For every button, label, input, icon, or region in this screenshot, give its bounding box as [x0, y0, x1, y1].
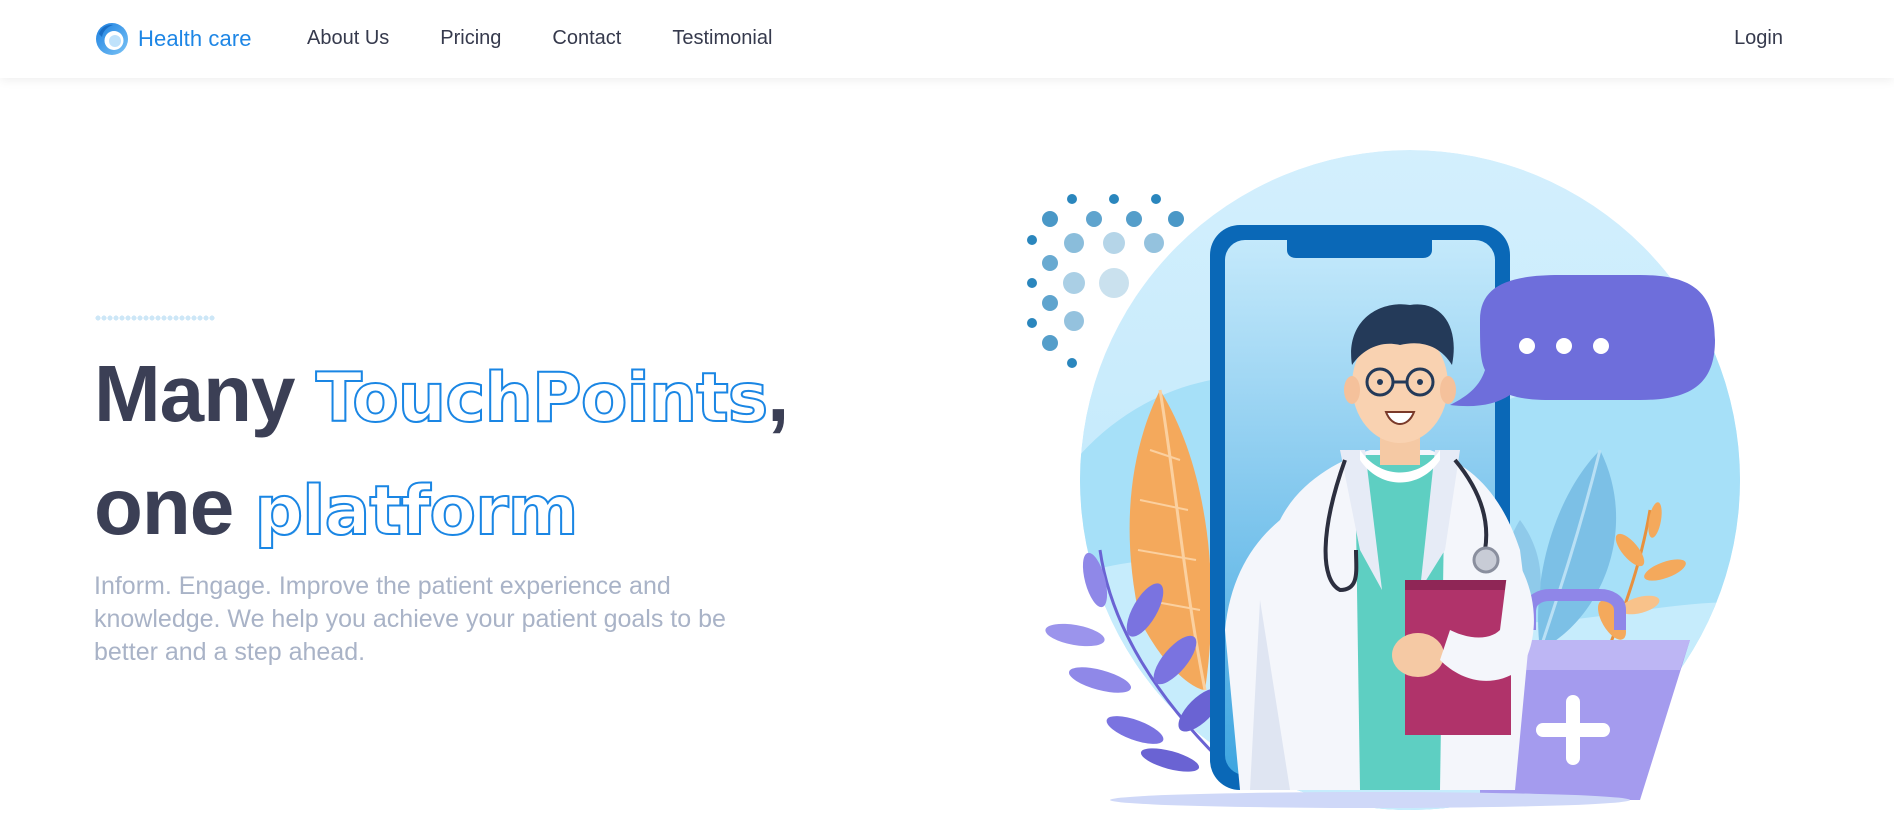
main-nav: About Us Pricing Contact Testimonial — [307, 24, 772, 52]
nav-link-contact[interactable]: Contact — [552, 24, 621, 52]
floor-shadow — [1110, 792, 1630, 808]
brand-home-link[interactable]: Health care — [95, 20, 252, 58]
chat-bubble-icon — [1450, 275, 1715, 407]
nav-link-pricing[interactable]: Pricing — [440, 24, 501, 52]
hero-headline: Many TouchPoints, one platform — [94, 340, 854, 566]
headline-line-2: one platform — [94, 453, 854, 566]
top-navigation-bar: Health care About Us Pricing Contact Tes… — [0, 0, 1894, 78]
headline-comma: , — [767, 349, 789, 438]
hero-subtitle: Inform. Engage. Improve the patient expe… — [94, 572, 726, 666]
swirl-logo-icon — [96, 23, 128, 55]
nav-link-about-us[interactable]: About Us — [307, 24, 389, 52]
headline-accent-touchpoints: TouchPoints — [315, 358, 769, 439]
headline-accent-platform: platform — [253, 471, 579, 552]
brand-name: Health care — [138, 26, 252, 51]
nav-link-testimonial[interactable]: Testimonial — [672, 24, 772, 52]
login-link[interactable]: Login — [1734, 24, 1783, 52]
doctor-on-smartphone-illustration — [1000, 150, 1780, 820]
decorative-dot-line — [95, 315, 215, 321]
headline-plain-text: Many — [94, 349, 316, 438]
illustration-svg — [1027, 150, 1740, 810]
headline-plain-text: one — [94, 462, 255, 551]
headline-line-1: Many TouchPoints, — [94, 340, 854, 453]
